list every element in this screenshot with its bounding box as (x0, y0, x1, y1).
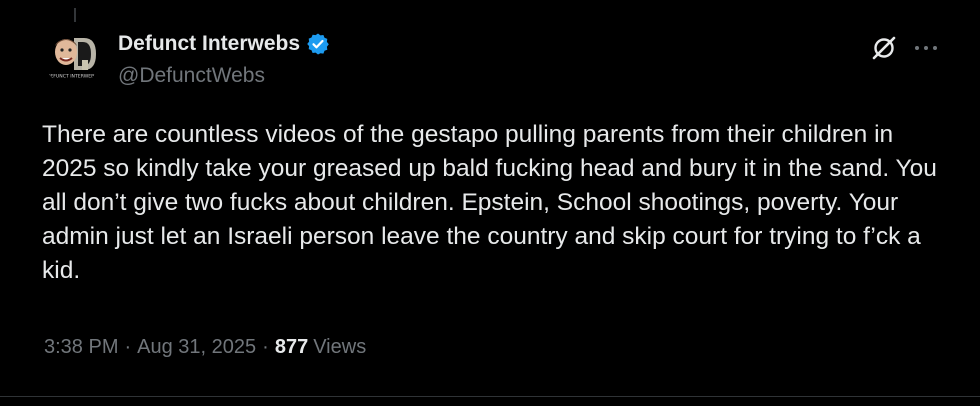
thread-connector-line (74, 8, 76, 22)
views-label: Views (313, 336, 367, 358)
meta-separator: · (262, 336, 269, 358)
more-options-icon[interactable] (912, 36, 940, 60)
post-metadata: 3:38 PM · Aug 31, 2025 · 877 Views (44, 336, 366, 359)
avatar[interactable]: DEFUNCT INTERWEBS (44, 30, 100, 86)
author-handle[interactable]: @DefunctWebs (118, 64, 265, 88)
grok-icon[interactable] (870, 34, 898, 62)
author-display-name[interactable]: Defunct Interwebs (118, 32, 300, 56)
views-count: 877 (274, 336, 309, 358)
avatar-image: DEFUNCT INTERWEBS (44, 30, 100, 86)
verified-badge-icon[interactable] (306, 32, 330, 56)
post-date[interactable]: Aug 31, 2025 (137, 336, 256, 359)
divider (0, 396, 980, 397)
post-text: There are countless videos of the gestap… (42, 121, 937, 284)
svg-text:DEFUNCT INTERWEBS: DEFUNCT INTERWEBS (47, 74, 97, 80)
author-name-row: Defunct Interwebs (118, 32, 330, 56)
meta-separator: · (124, 336, 132, 358)
post-time[interactable]: 3:38 PM (44, 336, 118, 359)
